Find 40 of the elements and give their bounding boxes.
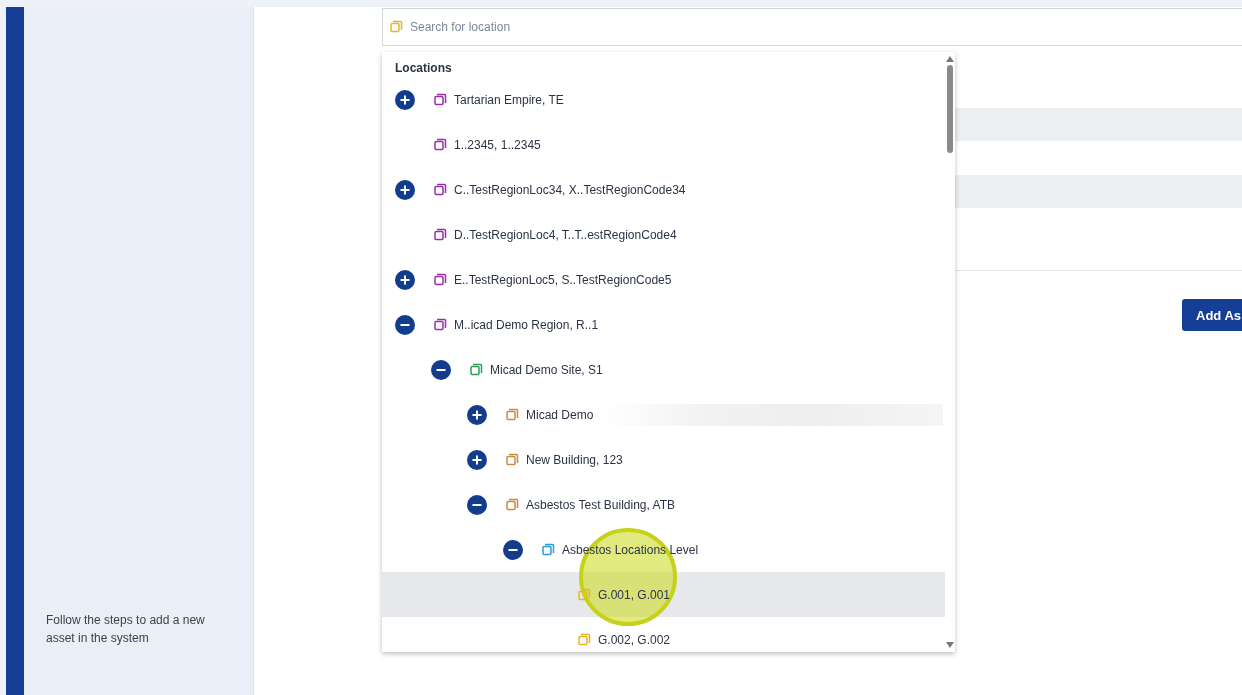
tree-item[interactable]: M..icad Demo Region, R..1 <box>382 302 945 347</box>
expand-icon[interactable] <box>467 404 487 425</box>
expand-icon[interactable] <box>395 89 415 110</box>
expand-icon[interactable] <box>395 179 415 200</box>
tree-item[interactable]: G.001, G.001 <box>382 572 945 617</box>
location-name: C..TestRegionLoc34, X..TestRegionCode34 <box>454 182 686 197</box>
scroll-down-icon[interactable] <box>946 642 954 648</box>
scroll-up-icon[interactable] <box>946 56 954 62</box>
dropdown-heading: Locations <box>394 60 453 77</box>
collapse-icon[interactable] <box>395 314 415 335</box>
location-name: New Building, 123 <box>526 452 623 467</box>
tree-item[interactable]: Tartarian Empire, TE <box>382 77 945 122</box>
tree-item[interactable]: New Building, 123 <box>382 437 945 482</box>
tree-item[interactable]: Micad Demo <box>382 392 945 437</box>
location-name: 1..2345, 1..2345 <box>454 137 541 152</box>
location-name: E..TestRegionLoc5, S..TestRegionCode5 <box>454 272 672 287</box>
search-field[interactable]: Search for location <box>382 8 1242 46</box>
location-name: Micad Demo Site, S1 <box>490 362 603 377</box>
tree-item[interactable]: Asbestos Test Building, ATB <box>382 482 945 527</box>
tree-item[interactable]: 1..2345, 1..2345 <box>382 122 945 167</box>
location-icon <box>390 20 403 33</box>
location-name: D..TestRegionLoc4, T..T..estRegionCode4 <box>454 227 677 242</box>
location-name: Micad Demo <box>526 407 594 422</box>
tree-item[interactable]: G.002, G.002 <box>382 617 945 652</box>
sidebar-hint: Follow the steps to add a new asset in the system <box>46 612 206 647</box>
expand-icon[interactable] <box>467 449 487 470</box>
tree-item[interactable]: C..TestRegionLoc34, X..TestRegionCode34 <box>382 167 945 212</box>
location-name: Tartarian Empire, TE <box>454 92 564 107</box>
location-name: G.002, G.002 <box>598 632 671 647</box>
collapse-icon[interactable] <box>503 539 523 560</box>
tree-item[interactable]: E..TestRegionLoc5, S..TestRegionCode5 <box>382 257 945 302</box>
expand-icon[interactable] <box>395 269 415 290</box>
collapse-icon[interactable] <box>467 494 487 515</box>
location-name: G.001, G.001 <box>598 587 671 602</box>
location-name: Asbestos Test Building, ATB <box>526 497 675 512</box>
tree-item[interactable]: Micad Demo Site, S1 <box>382 347 945 392</box>
location-name: M..icad Demo Region, R..1 <box>454 317 599 332</box>
add-asset-button[interactable]: Add As <box>1182 299 1242 331</box>
tree-item[interactable]: D..TestRegionLoc4, T..T..estRegionCode4 <box>382 212 945 257</box>
collapse-icon[interactable] <box>431 359 451 380</box>
